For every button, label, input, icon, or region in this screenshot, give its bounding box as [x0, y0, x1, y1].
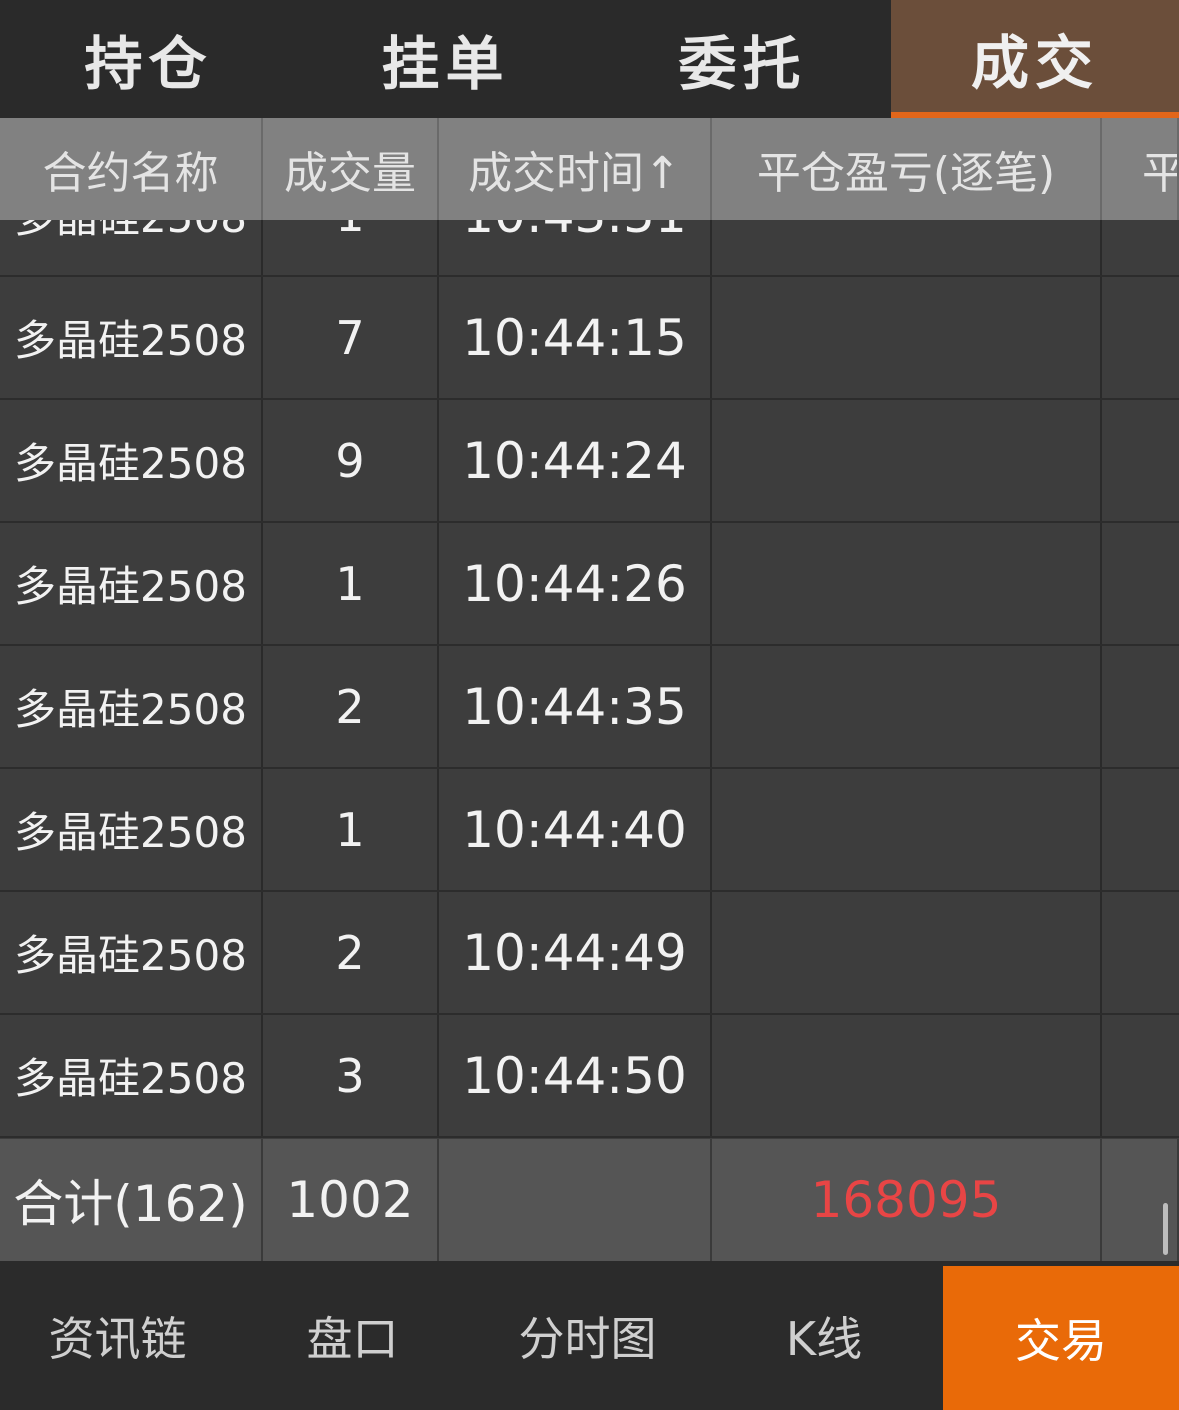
- contract-name-cell: 多晶硅2508: [0, 1015, 263, 1136]
- extra-column-cell: [1102, 1015, 1179, 1136]
- table-row[interactable]: 多晶硅2508 2 10:44:49: [0, 892, 1179, 1015]
- trade-time-cell: 10:44:40: [439, 769, 712, 890]
- volume-cell: 1: [263, 769, 439, 890]
- header-close-pnl[interactable]: 平仓盈亏(逐笔): [712, 118, 1102, 220]
- header-volume[interactable]: 成交量: [263, 118, 439, 220]
- close-pnl-cell: [712, 1015, 1102, 1136]
- total-time: [439, 1139, 712, 1261]
- table-row[interactable]: 多晶硅2508 9 10:44:24: [0, 400, 1179, 523]
- nav-intraday-chart[interactable]: 分时图: [470, 1261, 705, 1410]
- table-row[interactable]: 多晶硅2508 1 10:44:26: [0, 523, 1179, 646]
- volume-cell: 9: [263, 400, 439, 521]
- close-pnl-cell: [712, 400, 1102, 521]
- tab-trades[interactable]: 成交: [891, 0, 1179, 118]
- table-row[interactable]: 多晶硅2508 7 10:44:15: [0, 277, 1179, 400]
- contract-name-cell: 多晶硅2508: [0, 400, 263, 521]
- trade-time-cell: 10:44:50: [439, 1015, 712, 1136]
- table-row[interactable]: 多晶硅2508 3 10:44:50: [0, 1015, 1179, 1138]
- volume-cell: 3: [263, 1015, 439, 1136]
- table-header: 合约名称 成交量 成交时间↑ 平仓盈亏(逐笔) 平: [0, 118, 1179, 220]
- volume-cell: 7: [263, 277, 439, 398]
- close-pnl-cell: [712, 892, 1102, 1013]
- nav-trade[interactable]: 交易: [943, 1266, 1179, 1410]
- contract-name-cell: 多晶硅2508: [0, 769, 263, 890]
- contract-name-cell: 多晶硅2508: [0, 277, 263, 398]
- trade-time-cell: 10:44:26: [439, 523, 712, 644]
- trade-time-cell: 10:44:49: [439, 892, 712, 1013]
- trade-time-cell: 10:44:35: [439, 646, 712, 767]
- extra-column-cell: [1102, 277, 1179, 398]
- volume-cell: 2: [263, 892, 439, 1013]
- bottom-nav-bar: 资讯链 盘口 分时图 K线 交易: [0, 1261, 1179, 1410]
- total-volume: 1002: [263, 1139, 439, 1261]
- close-pnl-cell: [712, 646, 1102, 767]
- extra-column-cell: [1102, 892, 1179, 1013]
- close-pnl-cell: [712, 523, 1102, 644]
- nav-kline[interactable]: K线: [705, 1261, 943, 1410]
- contract-name-cell: 多晶硅2508: [0, 646, 263, 767]
- tab-positions[interactable]: 持仓: [0, 0, 297, 118]
- top-tab-bar: 持仓 挂单 委托 成交: [0, 0, 1179, 118]
- extra-column-cell: [1102, 400, 1179, 521]
- nav-order-book[interactable]: 盘口: [235, 1261, 470, 1410]
- volume-cell: 1: [263, 523, 439, 644]
- trade-time-cell: 10:44:15: [439, 277, 712, 398]
- trade-time-cell: 10:44:24: [439, 400, 712, 521]
- table-row[interactable]: 多晶硅2508 1 10:44:40: [0, 769, 1179, 892]
- total-row: 合计(162) 1002 168095: [0, 1139, 1179, 1261]
- horizontal-scrollbar[interactable]: [1163, 1203, 1168, 1255]
- extra-column-cell: [1102, 523, 1179, 644]
- close-pnl-cell: [712, 769, 1102, 890]
- contract-name-cell: 多晶硅2508: [0, 523, 263, 644]
- close-pnl-cell: [712, 277, 1102, 398]
- extra-column-cell: [1102, 646, 1179, 767]
- total-label: 合计(162): [0, 1139, 263, 1261]
- tab-orders[interactable]: 委托: [594, 0, 891, 118]
- table-row[interactable]: 多晶硅2508 2 10:44:35: [0, 646, 1179, 769]
- total-close-pnl: 168095: [712, 1139, 1102, 1261]
- header-contract-name[interactable]: 合约名称: [0, 118, 263, 220]
- volume-cell: 2: [263, 646, 439, 767]
- contract-name-cell: 多晶硅2508: [0, 892, 263, 1013]
- extra-column-cell: [1102, 769, 1179, 890]
- header-truncated-column[interactable]: 平: [1102, 118, 1179, 220]
- header-trade-time-sorted[interactable]: 成交时间↑: [439, 118, 712, 220]
- trades-table[interactable]: 多晶硅2508 1 10:43:51 多晶硅2508 7 10:44:15 多晶…: [0, 118, 1179, 1261]
- tab-pending-orders[interactable]: 挂单: [297, 0, 594, 118]
- nav-news-chain[interactable]: 资讯链: [0, 1261, 235, 1410]
